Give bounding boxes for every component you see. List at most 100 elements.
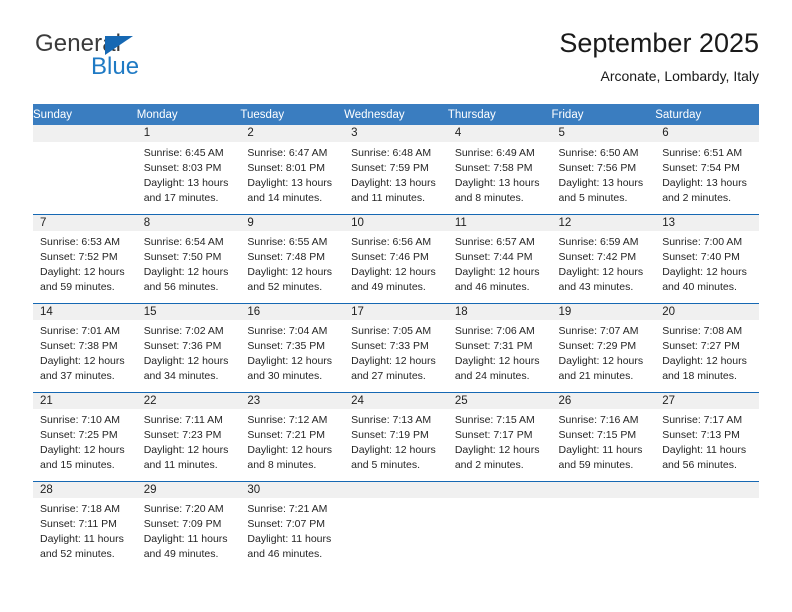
day-number[interactable]: 14: [33, 302, 137, 320]
day-cell[interactable]: Sunrise: 7:13 AM Sunset: 7:19 PM Daylight:…: [344, 409, 448, 481]
day-number[interactable]: 10: [344, 213, 448, 231]
day-number[interactable]: 24: [344, 391, 448, 409]
day-cell[interactable]: Sunrise: 6:50 AM Sunset: 7:56 PM Daylight:…: [551, 142, 656, 214]
day-daylight-1-text: Daylight: 12 hours: [558, 265, 644, 278]
page-title: September 2025: [559, 28, 759, 58]
general-blue-logo[interactable]: General Blue: [33, 30, 253, 90]
day-number[interactable]: 20: [655, 302, 759, 320]
day-sunset-text: Sunset: 7:54 PM: [662, 161, 740, 174]
day-sunrise-text: Sunrise: 7:07 AM: [558, 325, 639, 337]
day-number[interactable]: 25: [447, 391, 552, 409]
day-daylight-2-text: and 56 minutes.: [662, 458, 737, 471]
day-daylight-2-text: and 8 minutes.: [454, 191, 524, 204]
day-number[interactable]: 6: [655, 125, 759, 142]
day-number-empty: [33, 125, 137, 142]
day-sunrise-text: Sunrise: 7:18 AM: [40, 503, 120, 515]
day-cell[interactable]: Sunrise: 6:55 AM Sunset: 7:48 PM Daylight:…: [240, 231, 345, 303]
day-daylight-1-text: Daylight: 12 hours: [662, 354, 747, 367]
day-number[interactable]: 12: [551, 213, 656, 231]
day-number[interactable]: 4: [447, 125, 552, 142]
day-cell[interactable]: Sunrise: 7:11 AM Sunset: 7:23 PM Daylight:…: [136, 409, 241, 481]
day-number[interactable]: 9: [240, 213, 345, 231]
day-number[interactable]: 29: [136, 480, 241, 498]
day-cell[interactable]: Sunrise: 6:56 AM Sunset: 7:46 PM Daylight:…: [344, 231, 448, 303]
day-number[interactable]: 2: [240, 125, 345, 142]
day-cell[interactable]: Sunrise: 6:59 AM Sunset: 7:42 PM Daylight:…: [551, 231, 656, 303]
day-number[interactable]: 8: [136, 213, 241, 231]
day-daylight-2-text: and 49 minutes.: [351, 280, 426, 293]
day-sunrise-text: Sunrise: 7:20 AM: [143, 503, 224, 515]
day-cell[interactable]: Sunrise: 7:12 AM Sunset: 7:21 PM Daylight:…: [240, 409, 345, 481]
day-cell[interactable]: Sunrise: 7:15 AM Sunset: 7:17 PM Daylight:…: [447, 409, 552, 481]
day-sunrise-text: Sunrise: 7:21 AM: [247, 503, 328, 515]
day-cell[interactable]: Sunrise: 7:08 AM Sunset: 7:27 PM Daylight:…: [655, 320, 759, 392]
day-number[interactable]: 7: [33, 213, 137, 231]
day-cell[interactable]: Sunrise: 7:05 AM Sunset: 7:33 PM Daylight:…: [344, 320, 448, 392]
day-daylight-1-text: Daylight: 12 hours: [247, 354, 333, 367]
day-number[interactable]: 3: [344, 125, 448, 142]
day-sunset-text: Sunset: 7:21 PM: [247, 428, 326, 441]
day-number[interactable]: 22: [136, 391, 241, 409]
day-cell[interactable]: Sunrise: 6:45 AM Sunset: 8:03 PM Daylight:…: [136, 142, 241, 214]
day-cell[interactable]: Sunrise: 6:48 AM Sunset: 7:59 PM Daylight:…: [344, 142, 448, 214]
day-daylight-2-text: and 18 minutes.: [662, 369, 737, 382]
day-daylight-1-text: Daylight: 12 hours: [351, 354, 436, 367]
week-detail-row: Sunrise: 7:18 AM Sunset: 7:11 PM Daylight:…: [33, 498, 759, 570]
day-daylight-1-text: Daylight: 12 hours: [40, 354, 125, 367]
day-cell[interactable]: Sunrise: 7:20 AM Sunset: 7:09 PM Daylight:…: [136, 498, 241, 570]
day-number[interactable]: 11: [447, 213, 552, 231]
day-sunset-text: Sunset: 7:38 PM: [40, 339, 118, 352]
day-number[interactable]: 5: [551, 125, 656, 142]
day-daylight-2-text: and 21 minutes.: [558, 369, 634, 382]
day-cell[interactable]: Sunrise: 7:04 AM Sunset: 7:35 PM Daylight:…: [240, 320, 345, 392]
day-sunset-text: Sunset: 7:50 PM: [143, 250, 222, 263]
calendar-body: 1 2 3 4 5 6 Sunrise: 6:45 AM Sunset: 8:03 PM Day…: [33, 125, 759, 570]
calendar-grid: Sunday Monday Tuesday Wednesday Thursday Frid…: [33, 104, 759, 570]
day-cell[interactable]: Sunrise: 7:18 AM Sunset: 7:11 PM Daylight:…: [33, 498, 137, 570]
day-number-empty: [551, 480, 656, 498]
day-sunset-text: Sunset: 7:35 PM: [247, 339, 326, 352]
day-cell[interactable]: Sunrise: 7:10 AM Sunset: 7:25 PM Daylight:…: [33, 409, 137, 481]
day-cell[interactable]: Sunrise: 7:06 AM Sunset: 7:31 PM Daylight:…: [447, 320, 552, 392]
day-cell-empty: [655, 498, 759, 570]
day-number[interactable]: 13: [655, 213, 759, 231]
day-cell[interactable]: Sunrise: 6:53 AM Sunset: 7:52 PM Daylight:…: [33, 231, 137, 303]
day-cell[interactable]: Sunrise: 7:17 AM Sunset: 7:13 PM Daylight:…: [655, 409, 759, 481]
day-daylight-1-text: Daylight: 11 hours: [40, 532, 124, 545]
day-sunset-text: Sunset: 7:15 PM: [558, 428, 637, 441]
page-header: General Blue September 2025 Arconate, Lo…: [33, 28, 759, 96]
day-number[interactable]: 23: [240, 391, 345, 409]
day-cell[interactable]: Sunrise: 7:16 AM Sunset: 7:15 PM Daylight:…: [551, 409, 656, 481]
day-number[interactable]: 17: [344, 302, 448, 320]
day-number[interactable]: 16: [240, 302, 345, 320]
day-number[interactable]: 26: [551, 391, 656, 409]
day-number[interactable]: 15: [136, 302, 241, 320]
day-number[interactable]: 27: [655, 391, 759, 409]
day-daylight-1-text: Daylight: 12 hours: [351, 265, 436, 278]
day-number[interactable]: 18: [447, 302, 552, 320]
weekday-header-row: Sunday Monday Tuesday Wednesday Thursday Frid…: [33, 104, 759, 125]
day-cell[interactable]: Sunrise: 6:57 AM Sunset: 7:44 PM Daylight:…: [447, 231, 552, 303]
week-detail-row: Sunrise: 7:01 AM Sunset: 7:38 PM Daylight:…: [33, 320, 759, 392]
day-number[interactable]: 21: [33, 391, 137, 409]
day-sunrise-text: Sunrise: 6:55 AM: [247, 236, 328, 248]
day-cell[interactable]: Sunrise: 7:00 AM Sunset: 7:40 PM Daylight:…: [655, 231, 759, 303]
day-cell[interactable]: Sunrise: 6:51 AM Sunset: 7:54 PM Daylight:…: [655, 142, 759, 214]
day-number[interactable]: 30: [240, 480, 345, 498]
day-daylight-1-text: Daylight: 12 hours: [351, 443, 436, 456]
day-sunrise-text: Sunrise: 6:56 AM: [351, 236, 432, 248]
day-cell-empty: [551, 498, 656, 570]
day-cell[interactable]: Sunrise: 7:07 AM Sunset: 7:29 PM Daylight:…: [551, 320, 656, 392]
day-sunset-text: Sunset: 7:11 PM: [40, 517, 117, 530]
location-subtitle: Arconate, Lombardy, Italy: [600, 68, 759, 85]
day-number[interactable]: 1: [136, 125, 241, 142]
day-cell[interactable]: Sunrise: 7:21 AM Sunset: 7:07 PM Daylight:…: [240, 498, 345, 570]
day-cell[interactable]: Sunrise: 6:54 AM Sunset: 7:50 PM Daylight:…: [136, 231, 241, 303]
day-cell[interactable]: Sunrise: 7:02 AM Sunset: 7:36 PM Daylight:…: [136, 320, 241, 392]
day-number[interactable]: 19: [551, 302, 656, 320]
day-daylight-2-text: and 14 minutes.: [247, 191, 323, 204]
day-cell[interactable]: Sunrise: 6:49 AM Sunset: 7:58 PM Daylight:…: [447, 142, 552, 214]
day-cell[interactable]: Sunrise: 6:47 AM Sunset: 8:01 PM Daylight:…: [240, 142, 345, 214]
day-cell[interactable]: Sunrise: 7:01 AM Sunset: 7:38 PM Daylight:…: [33, 320, 137, 392]
day-number[interactable]: 28: [33, 480, 137, 498]
